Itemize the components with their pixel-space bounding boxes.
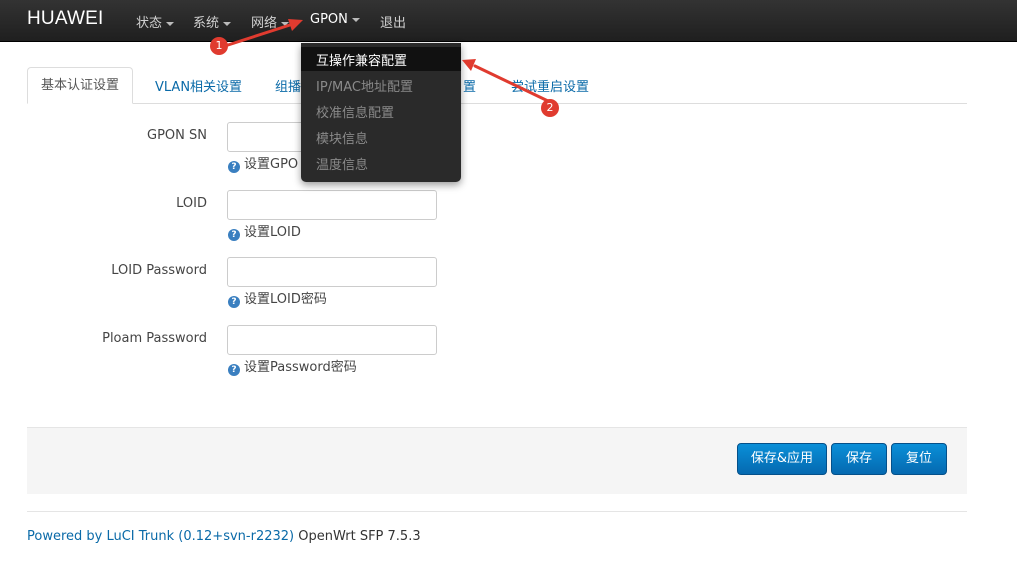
annotation-arrows (226, 19, 550, 103)
arrow-1-line (226, 22, 295, 47)
arrow-1-head (288, 19, 303, 31)
arrow-2-line (473, 64, 550, 103)
annotation-marker-2: 2 (541, 99, 559, 117)
annotation-marker-1: 1 (210, 37, 228, 55)
